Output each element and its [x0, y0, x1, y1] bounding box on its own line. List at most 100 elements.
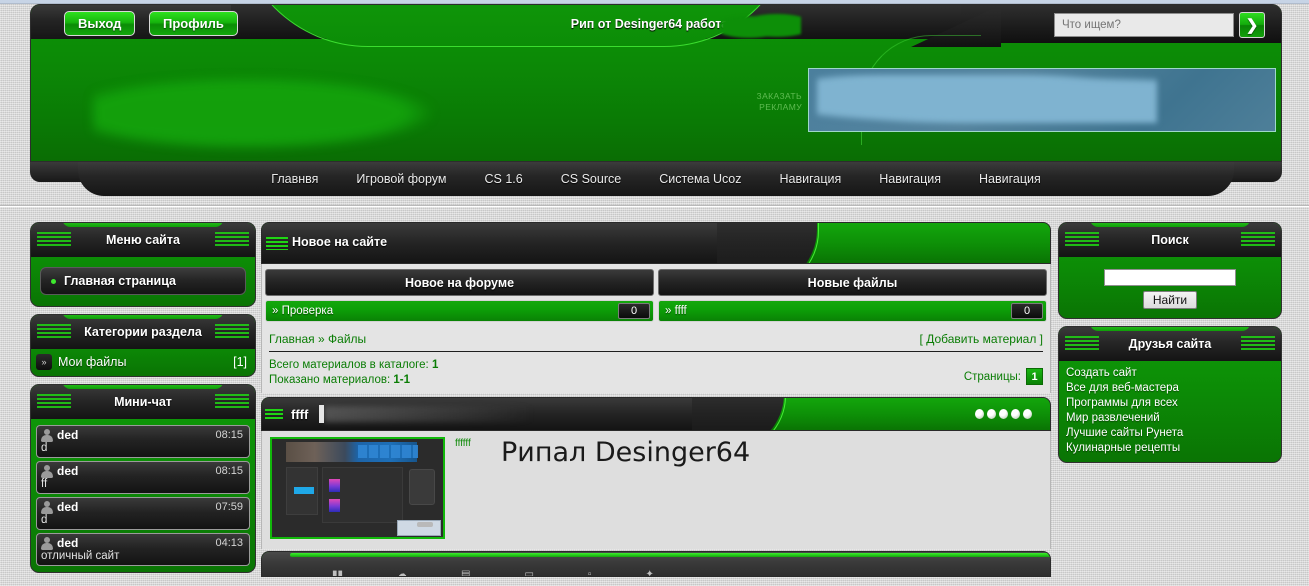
site-menu-header: Меню сайта: [31, 223, 255, 257]
page-button-1[interactable]: 1: [1026, 368, 1043, 385]
nav-item-5[interactable]: Навигация: [760, 172, 860, 186]
rating-dot-4[interactable]: [1011, 409, 1020, 419]
categories-title: Категории раздела: [84, 325, 202, 339]
category-item-0[interactable]: » Мои файлы [1]: [31, 349, 255, 376]
catalog-info-area: Главная » Файлы [ Добавить материал ] Вс…: [261, 328, 1051, 393]
header-content-divider: [0, 205, 1309, 207]
nav-item-3[interactable]: CS Source: [542, 172, 640, 186]
rating-dot-2[interactable]: [987, 409, 996, 419]
new-on-site-title: Новое на сайте: [292, 235, 388, 249]
tab-header-0[interactable]: Новое на форуме: [265, 269, 654, 296]
search-body: Найти: [1059, 257, 1281, 318]
friends-block: Друзья сайта Создать сайт Все для веб-мас…: [1058, 325, 1282, 463]
site-menu-block: Меню сайта Главная страница: [30, 222, 256, 307]
ad-banner[interactable]: [808, 68, 1276, 132]
friend-link-5[interactable]: Кулинарные рецепты: [1059, 441, 1281, 456]
hatch-left-icon: [37, 232, 71, 246]
rating-dot-5[interactable]: [1023, 409, 1032, 419]
tab-row-1[interactable]: » ffff 0: [658, 300, 1047, 322]
nav-item-4[interactable]: Система Ucoz: [640, 172, 760, 186]
footer-rating-icon: ✦: [645, 568, 654, 577]
friend-link-3[interactable]: Мир развлечений: [1059, 411, 1281, 426]
site-menu-item-0[interactable]: Главная страница: [40, 267, 246, 295]
chat-username[interactable]: ded: [57, 536, 215, 550]
footer-downloads-icon: ▤: [461, 568, 471, 577]
entry-title[interactable]: ffff: [291, 407, 308, 422]
chat-message-head: ded 07:59: [41, 500, 243, 514]
tab-header-1[interactable]: Новые файлы: [658, 269, 1047, 296]
chat-username[interactable]: ded: [57, 464, 215, 478]
entry-header-curve-edge: [692, 398, 786, 430]
hatch-left-icon: [1065, 335, 1099, 350]
site-logo: [93, 77, 433, 149]
chat-time: 08:15: [215, 429, 243, 441]
footer-green-accent: [290, 553, 1050, 557]
nav-item-1[interactable]: Игровой форум: [337, 172, 465, 186]
chat-text: d: [41, 514, 48, 526]
sidebar-search-button[interactable]: Найти: [1142, 290, 1198, 309]
chat-text: отличный сайт: [41, 550, 120, 562]
entry-title-blur: [324, 406, 534, 422]
total-materials-value: 1: [431, 359, 439, 371]
nav-item-0[interactable]: Главнвя: [252, 172, 337, 186]
friend-link-4[interactable]: Лучшие сайты Рунета: [1059, 426, 1281, 441]
chat-message: ded 08:15 ff: [36, 461, 250, 494]
tab-row-count: 0: [618, 303, 650, 319]
total-materials-line: Всего материалов в каталоге: 1: [269, 358, 964, 373]
panel-glow: [62, 385, 224, 389]
chat-message: ded 04:13 отличный сайт: [36, 533, 250, 566]
chat-message: ded 08:15 d: [36, 425, 250, 458]
entry-thumbnail[interactable]: [270, 437, 445, 539]
sidebar-search-input[interactable]: [1104, 268, 1236, 286]
nav-item-7[interactable]: Навигация: [960, 172, 1060, 186]
footer-meta-icons: ▮▮ ☁ ▤ ▭ ▫ ✦: [332, 568, 1032, 577]
shown-materials-value: 1-1: [393, 374, 410, 386]
entry-small-label: ffffff: [455, 438, 471, 449]
friend-link-1[interactable]: Все для веб-мастера: [1059, 381, 1281, 396]
tab-row-label: » Проверка: [272, 305, 334, 317]
entry-rating-dots[interactable]: [975, 409, 1032, 419]
footer-date-icon: ▫: [587, 568, 592, 577]
friend-link-2[interactable]: Программы для всех: [1059, 396, 1281, 411]
hatch-right-icon: [1241, 232, 1275, 246]
category-item-count: [1]: [233, 355, 247, 369]
nav-bar: Главнвя Игровой форум CS 1.6 CS Source Систе…: [78, 162, 1234, 196]
chat-time: 08:15: [215, 465, 243, 477]
search-header: Поиск: [1059, 222, 1281, 257]
hatch-left-icon: [265, 409, 283, 421]
hatch-left-icon: [37, 324, 71, 338]
ad-order-label[interactable]: ЗАКАЗАТЬ РЕКЛАМУ: [734, 91, 802, 113]
header-search-input[interactable]: [1054, 13, 1234, 37]
breadcrumb[interactable]: Главная » Файлы: [269, 332, 920, 346]
hatch-left-icon: [266, 237, 288, 250]
friend-link-0[interactable]: Создать сайт: [1059, 366, 1281, 381]
hatch-right-icon: [215, 324, 249, 338]
nav-item-2[interactable]: CS 1.6: [466, 172, 542, 186]
rating-dot-1[interactable]: [975, 409, 984, 419]
thumb-banner-blocks: [358, 445, 418, 458]
header-search-submit-icon[interactable]: ❯: [1239, 12, 1265, 38]
rating-dot-3[interactable]: [999, 409, 1008, 419]
chat-username[interactable]: ded: [57, 500, 215, 514]
entry-text-area: ffffff Рипал Desinger64: [455, 437, 1042, 539]
chat-username[interactable]: ded: [57, 428, 215, 442]
panel-glow: [1090, 326, 1250, 331]
browser-chrome-strip: [0, 0, 1309, 4]
hatch-right-icon: [215, 232, 249, 246]
categories-block: Категории раздела » Мои файлы [1]: [30, 314, 256, 377]
nav-item-6[interactable]: Навигация: [860, 172, 960, 186]
panel-glow: [62, 223, 224, 227]
footer-views-icon: ▮▮: [332, 568, 344, 577]
user-avatar-icon: [41, 536, 53, 550]
hatch-right-icon: [215, 394, 249, 408]
header-inner: Выход Профиль Рип от Desinger64 работает…: [30, 4, 1282, 162]
add-material-link[interactable]: [ Добавить материал ]: [920, 332, 1043, 346]
tab-row-0[interactable]: » Проверка 0: [265, 300, 654, 322]
site-menu-items: Главная страница: [31, 257, 255, 306]
entry-footer-bar: ▮▮ ☁ ▤ ▭ ▫ ✦: [261, 551, 1051, 577]
main-content: Новое на сайте Новое на форуме » Проверка…: [261, 222, 1051, 577]
chat-message-head: ded 04:13: [41, 536, 243, 550]
header-redacted-blob: [721, 11, 801, 43]
minichat-block: Мини-чат ded 08:15 d ded 08:15 ff ded 07:59 d ded…: [30, 384, 256, 573]
chat-message-head: ded 08:15: [41, 464, 243, 478]
